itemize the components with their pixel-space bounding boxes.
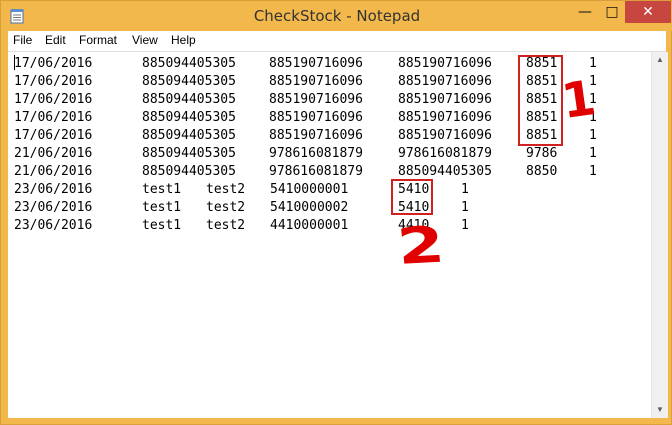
line-field: test1 (142, 200, 182, 215)
text-line: 23/06/2016 test1 test2 5410000001 5410 1 (8, 181, 648, 199)
line-field: test2 (206, 200, 246, 215)
line-field: 978616081879 (269, 164, 363, 179)
line-field: 5410000002 (270, 200, 349, 215)
text-editor[interactable]: 17/06/2016 885094405305 885190716096 885190… (8, 52, 651, 418)
line-field: 885094405305 (142, 164, 236, 179)
line-field: 885190716096 (269, 56, 363, 71)
line-field: 1 (589, 146, 597, 161)
line-field: 23/06/2016 (14, 182, 93, 197)
line-field: 978616081879 (269, 146, 363, 161)
line-field: 17/06/2016 (14, 92, 93, 107)
vertical-scrollbar[interactable]: ▲ ▼ (651, 52, 668, 418)
line-field: 1 (461, 218, 469, 233)
line-field: 21/06/2016 (14, 164, 93, 179)
menu-view[interactable]: View (132, 33, 158, 47)
highlight-box-2 (391, 179, 433, 215)
line-field: 1 (461, 200, 469, 215)
line-field: 885190716096 (269, 128, 363, 143)
line-field: 885094405305 (142, 56, 236, 71)
text-line: 23/06/2016 test1 test2 4410000001 4410 1 (8, 217, 648, 235)
menu-format[interactable]: Format (79, 33, 117, 47)
line-field: 885190716096 (398, 128, 492, 143)
minimize-button[interactable]: — (571, 1, 599, 23)
line-field: 885190716096 (269, 92, 363, 107)
highlight-box-1 (518, 55, 563, 146)
text-line: 21/06/2016 885094405305 978616081879 978616… (8, 145, 648, 163)
text-line: 23/06/2016 test1 test2 5410000002 5410 1 (8, 199, 648, 217)
line-field: 885190716096 (398, 110, 492, 125)
line-field: 885190716096 (398, 92, 492, 107)
scroll-down-icon[interactable]: ▼ (652, 402, 668, 418)
line-field: 21/06/2016 (14, 146, 93, 161)
line-field: 4410000001 (270, 218, 349, 233)
line-field: test2 (206, 182, 246, 197)
line-field: 23/06/2016 (14, 200, 93, 215)
line-field: 885190716096 (398, 56, 492, 71)
line-field: 17/06/2016 (14, 74, 93, 89)
line-field: 885094405305 (142, 146, 236, 161)
line-field: 1 (589, 128, 597, 143)
title-bar[interactable]: CheckStock - Notepad — □ ✕ (1, 1, 672, 31)
line-field: 978616081879 (398, 146, 492, 161)
menu-edit[interactable]: Edit (45, 33, 66, 47)
line-field: 8850 (526, 164, 558, 179)
menu-bar: File Edit Format View Help (8, 31, 666, 52)
text-line: 21/06/2016 885094405305 978616081879 885094… (8, 163, 648, 181)
notepad-window: CheckStock - Notepad — □ ✕ File Edit For… (0, 0, 672, 425)
line-field: 1 (461, 182, 469, 197)
line-field: test1 (142, 218, 182, 233)
annotation-marker-1: 1 (558, 69, 600, 131)
line-field: test2 (206, 218, 246, 233)
line-field: 885190716096 (269, 74, 363, 89)
maximize-button[interactable]: □ (599, 1, 625, 23)
line-field: 885094405305 (142, 74, 236, 89)
line-field: 17/06/2016 (14, 110, 93, 125)
scroll-up-icon[interactable]: ▲ (652, 52, 668, 68)
line-field: 17/06/2016 (14, 128, 93, 143)
line-field: 885190716096 (398, 74, 492, 89)
line-field: 17/06/2016 (14, 56, 93, 71)
line-field: 9786 (526, 146, 558, 161)
line-field: 885094405305 (142, 92, 236, 107)
annotation-marker-2: 2 (394, 215, 447, 276)
line-field: 885094405305 (142, 110, 236, 125)
line-field: 885094405305 (142, 128, 236, 143)
close-button[interactable]: ✕ (625, 1, 671, 23)
line-field: test1 (142, 182, 182, 197)
line-field: 1 (589, 164, 597, 179)
line-field: 5410000001 (270, 182, 349, 197)
menu-help[interactable]: Help (171, 33, 196, 47)
menu-file[interactable]: File (13, 33, 32, 47)
line-field: 885190716096 (269, 110, 363, 125)
line-field: 23/06/2016 (14, 218, 93, 233)
